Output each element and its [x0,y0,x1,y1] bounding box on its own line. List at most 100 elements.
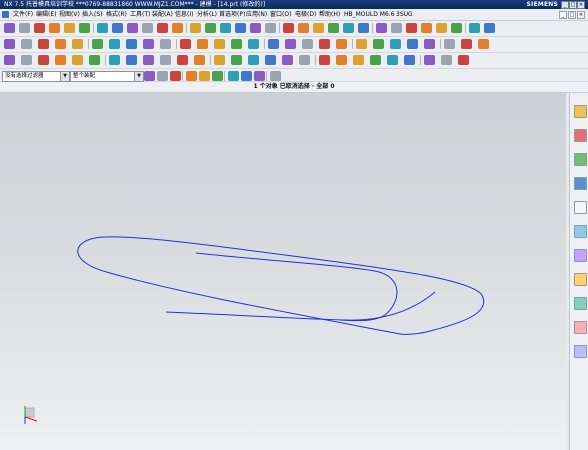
replace-face-icon[interactable] [336,39,347,49]
sweep-icon[interactable] [441,55,452,65]
menu-application[interactable]: 应用(N) [246,10,267,19]
subtract-icon[interactable] [469,23,480,33]
intersect-curve-icon[interactable] [194,55,205,65]
doc-restore-button[interactable]: □ [568,11,576,19]
open-icon[interactable] [19,23,30,33]
maximize-button[interactable]: □ [569,1,577,9]
move-face-icon[interactable] [407,39,418,49]
menu-hb-mould[interactable]: HB_MOULD M6.6 [344,10,395,19]
length-icon[interactable] [387,55,398,65]
app-icon[interactable] [2,11,9,18]
show-icon[interactable] [478,39,489,49]
edge-blend-icon[interactable] [143,39,154,49]
sketch-icon[interactable] [298,23,309,33]
mirror-icon[interactable] [214,39,225,49]
split-curve-icon[interactable] [336,55,347,65]
snap-endpoint-icon[interactable] [157,71,168,81]
datum-plane-icon[interactable] [21,39,32,49]
unite-icon[interactable] [451,23,462,33]
arc-icon[interactable] [72,55,83,65]
through-curves-icon[interactable] [404,55,415,65]
box-icon[interactable] [72,39,83,49]
graphics-window[interactable] [0,93,566,450]
close-button[interactable]: × [577,1,585,9]
measure-icon[interactable] [250,23,261,33]
doc-close-button[interactable]: × [577,11,585,19]
menu-3sug[interactable]: 3SUG [396,10,413,19]
datum-axis-icon[interactable] [38,39,49,49]
paperclip-middle-curve[interactable] [195,252,398,322]
divide-icon[interactable] [370,55,381,65]
hd3d-icon[interactable] [574,345,587,358]
minimize-button[interactable]: _ [561,1,569,9]
csys-icon[interactable] [55,39,66,49]
line-icon[interactable] [21,55,32,65]
doc-minimize-button[interactable]: _ [559,11,567,19]
text-icon[interactable] [55,55,66,65]
save-icon[interactable] [34,23,45,33]
rectangle-icon[interactable] [38,55,49,65]
patch-icon[interactable] [373,39,384,49]
spline-icon[interactable] [143,55,154,65]
extrude-icon[interactable] [313,23,324,33]
join-icon[interactable] [231,55,242,65]
fit-icon[interactable] [127,23,138,33]
snap-point-icon[interactable] [270,71,281,81]
law-icon[interactable] [299,55,310,65]
new-icon[interactable] [4,23,15,33]
menu-insert[interactable]: 插入(S) [82,10,103,19]
menu-tools[interactable]: 工具(T) [130,10,150,19]
trim-body-icon[interactable] [180,39,191,49]
fillet-icon[interactable] [109,55,120,65]
chamfer-curve-icon[interactable] [126,55,137,65]
layer-icon[interactable] [220,23,231,33]
hide-icon[interactable] [461,39,472,49]
snap-intersection-icon[interactable] [212,71,223,81]
shell-icon[interactable] [436,23,447,33]
sphere-icon[interactable] [126,39,137,49]
copy-icon[interactable] [64,23,75,33]
undo-icon[interactable] [4,55,15,65]
menu-electrode[interactable]: 电极(D) [295,10,316,19]
part-navigator-icon[interactable] [574,153,587,166]
render-icon[interactable] [283,23,294,33]
cylinder-icon[interactable] [92,39,103,49]
revolve-icon[interactable] [328,23,339,33]
menu-preferences[interactable]: 首选项(P) [219,10,245,19]
emboss-icon[interactable] [319,39,330,49]
paperclip-outer-curve[interactable] [77,236,485,335]
split-body-icon[interactable] [197,39,208,49]
cone-icon[interactable] [109,39,120,49]
chamfer-icon[interactable] [421,23,432,33]
helix-icon[interactable] [282,55,293,65]
extract-icon[interactable] [248,55,259,65]
menu-format[interactable]: 格式(R) [106,10,127,19]
bridge-icon[interactable] [214,55,225,65]
project-icon[interactable] [177,55,188,65]
blend-icon[interactable] [406,23,417,33]
shaded-icon[interactable] [190,23,201,33]
history-icon[interactable] [574,201,587,214]
isoparam-icon[interactable] [265,55,276,65]
thicken-icon[interactable] [268,39,279,49]
menu-help[interactable]: 帮助(H) [319,10,340,19]
menu-file[interactable]: 文件(F) [13,10,33,19]
redo-icon[interactable] [112,23,123,33]
offset-face-icon[interactable] [248,39,259,49]
trim-curve-icon[interactable] [319,55,330,65]
snap-existing-icon[interactable] [228,71,239,81]
chevron-down-icon[interactable]: ▼ [60,72,69,81]
rotate-icon[interactable] [157,23,168,33]
sew-icon[interactable] [356,39,367,49]
cut-icon[interactable] [49,23,60,33]
menu-information[interactable]: 信息(I) [175,10,193,19]
process-studio-icon[interactable] [574,321,587,334]
snap-quadrant-icon[interactable] [199,71,210,81]
ruled-icon[interactable] [458,55,469,65]
undo-icon[interactable] [97,23,108,33]
wcs-icon[interactable] [235,23,246,33]
circle-icon[interactable] [89,55,100,65]
wireframe-icon[interactable] [205,23,216,33]
edit-param-icon[interactable] [353,55,364,65]
snap-on-face-icon[interactable] [254,71,265,81]
